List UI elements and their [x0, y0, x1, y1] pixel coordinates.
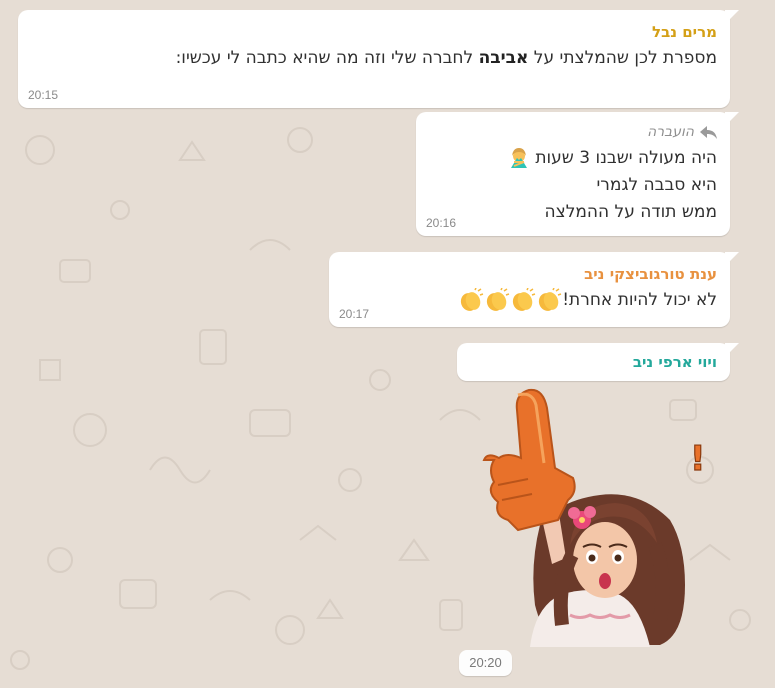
- sticker-sender-bubble[interactable]: ויוי ארפי ניב: [457, 343, 739, 381]
- message-bubble[interactable]: הועברה היה מעולה ישבנו 3 שעות היא סבבה ל…: [416, 112, 739, 236]
- message-text: מספרת לכן שהמלצתי על אביבה לחברה שלי וזה…: [175, 48, 717, 68]
- message-line: היה מעולה ישבנו 3 שעות: [508, 145, 717, 172]
- message-line: ממש תודה על ההמלצה: [544, 202, 717, 222]
- bubble-tail: [725, 10, 739, 24]
- woman-gesturing-no-emoji: [510, 148, 527, 168]
- message-time: 20:17: [339, 307, 370, 321]
- bold-name: אביבה: [478, 48, 529, 68]
- clapping-hands-emoji: [513, 288, 536, 311]
- sender-name[interactable]: ויוי ארפי ניב: [633, 352, 717, 372]
- message-text: לא יכול להיות אחרת!: [458, 287, 717, 314]
- forward-arrow-icon: [700, 125, 717, 139]
- clapping-hands-emoji: [487, 288, 510, 311]
- message-line: היא סבבה לגמרי: [596, 175, 718, 195]
- message-time: 20:16: [426, 216, 457, 230]
- message-bubble[interactable]: ענת טורגוביצקי ניב לא יכול להיות אחרת! 2…: [329, 252, 739, 327]
- bubble-tail: [725, 343, 739, 357]
- sender-name[interactable]: מרים נבל: [176, 22, 717, 42]
- bubble-tail: [725, 112, 739, 126]
- bitmoji-foam-finger-sticker[interactable]: בדיוק!: [480, 385, 705, 647]
- sender-name[interactable]: ענת טורגוביצקי ניב: [458, 264, 717, 284]
- clapping-emojis: [458, 288, 562, 311]
- clapping-hands-emoji: [461, 288, 484, 311]
- bubble-tail: [725, 252, 739, 266]
- forwarded-indicator: הועברה: [508, 122, 717, 142]
- sticker-text: בדיוק!: [690, 439, 705, 479]
- message-time: 20:15: [28, 88, 59, 102]
- message-bubble[interactable]: מרים נבל מספרת לכן שהמלצתי על אביבה לחבר…: [18, 10, 739, 108]
- clapping-hands-emoji: [539, 288, 562, 311]
- sticker-time: 20:20: [459, 650, 512, 676]
